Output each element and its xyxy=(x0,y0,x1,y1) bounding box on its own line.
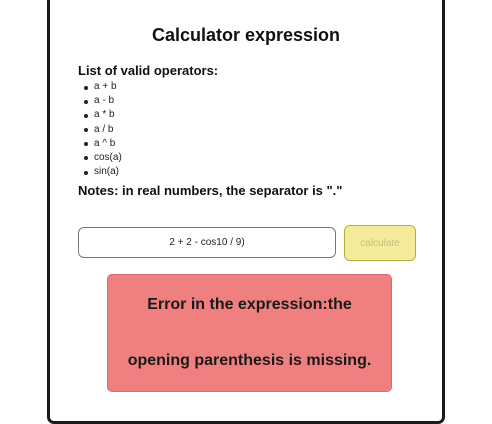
calculate-button[interactable]: calculate xyxy=(344,225,416,261)
calculator-panel: Calculator expression List of valid oper… xyxy=(47,0,445,424)
list-item: a * b xyxy=(78,108,122,122)
list-item: cos(a) xyxy=(78,151,122,165)
list-item: a + b xyxy=(78,80,122,94)
expression-input[interactable] xyxy=(78,227,336,258)
list-item: sin(a) xyxy=(78,165,122,179)
error-message-box: Error in the expression:the opening pare… xyxy=(107,274,392,392)
list-item: a ^ b xyxy=(78,137,122,151)
operators-list: a + b a - b a * b a / b a ^ b cos(a) sin… xyxy=(78,80,122,179)
error-message-line-2: opening parenthesis is missing. xyxy=(127,352,372,369)
operators-heading: List of valid operators: xyxy=(78,63,219,78)
list-item: a / b xyxy=(78,123,122,137)
notes-text: Notes: in real numbers, the separator is… xyxy=(78,183,343,198)
list-item: a - b xyxy=(78,94,122,108)
page-title: Calculator expression xyxy=(151,25,341,45)
error-message-line-1: Error in the expression:the xyxy=(147,296,352,313)
